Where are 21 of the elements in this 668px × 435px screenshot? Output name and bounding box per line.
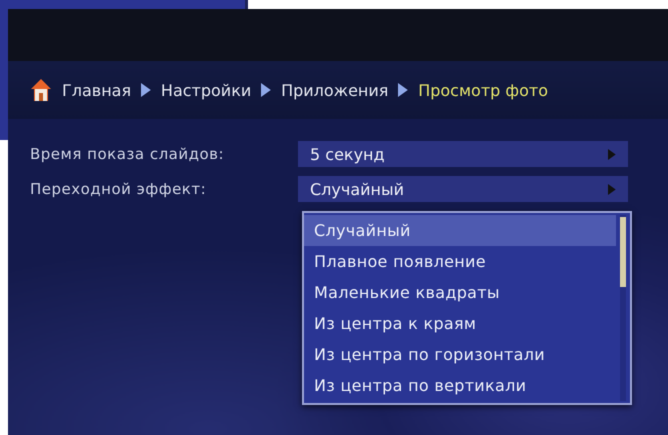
dropdown-option[interactable]: Плавное появление: [304, 246, 616, 277]
value-selector[interactable]: 5 секунд: [298, 141, 628, 167]
chevron-icon: [141, 83, 151, 97]
breadcrumb-item[interactable]: Приложения: [281, 80, 388, 100]
dropdown-option[interactable]: Случайный: [304, 215, 616, 246]
setting-label: Время показа слайдов:: [30, 145, 226, 163]
setting-label: Переходной эффект:: [30, 180, 208, 198]
dropdown-option[interactable]: Из центра по горизонтали: [304, 339, 616, 370]
scrollbar[interactable]: [618, 215, 628, 401]
value-selector[interactable]: Случайный: [298, 176, 628, 202]
breadcrumb-item[interactable]: Настройки: [160, 80, 252, 100]
breadcrumb-item[interactable]: Главная: [62, 80, 132, 100]
arrow-icon: [608, 184, 616, 194]
breadcrumb-item[interactable]: Просмотр фото: [418, 80, 548, 100]
dropdown-option[interactable]: Из центра к краям: [304, 308, 616, 339]
dropdown-option[interactable]: Из центра по вертикали: [304, 370, 616, 401]
home-icon: [30, 78, 52, 102]
chevron-icon: [261, 83, 272, 97]
chevron-icon: [398, 83, 408, 97]
dropdown-option[interactable]: Маленькие квадраты: [304, 277, 616, 308]
arrow-icon: [608, 148, 616, 160]
